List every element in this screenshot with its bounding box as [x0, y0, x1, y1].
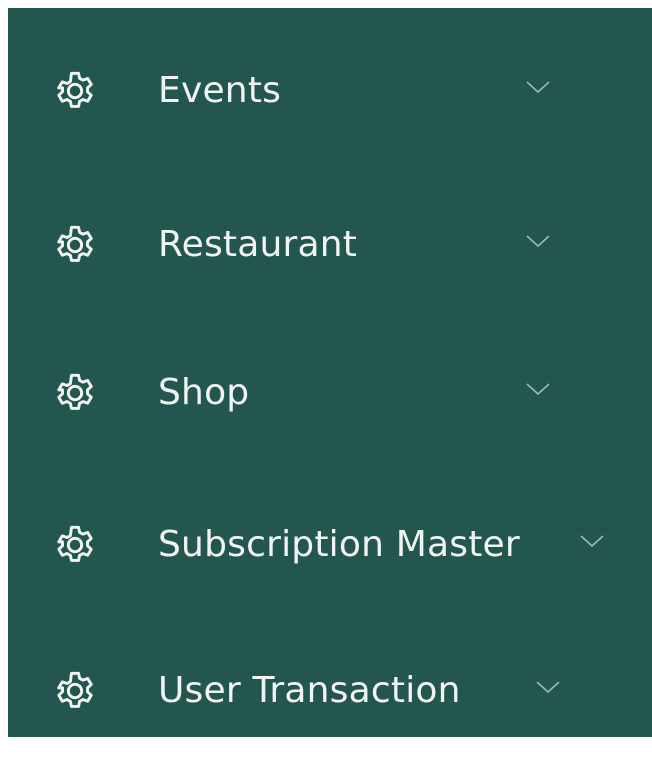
chevron-down-icon[interactable] [524, 232, 552, 250]
chevron-down-icon[interactable] [534, 678, 562, 696]
sidebar-item-label: Restaurant [158, 224, 358, 265]
sidebar-item-restaurant[interactable]: Restaurant [8, 192, 652, 292]
sidebar-item-events[interactable]: Events [8, 38, 652, 138]
sidebar-item-label: User Transaction [158, 670, 461, 711]
sidebar-item-shop[interactable]: Shop [8, 340, 652, 440]
gear-icon [50, 666, 100, 716]
chevron-down-icon[interactable] [578, 532, 606, 550]
sidebar-item-user-transaction[interactable]: User Transaction [8, 638, 652, 738]
gear-icon [50, 66, 100, 116]
sidebar-item-label: Subscription Master [158, 524, 520, 565]
sidebar-item-label: Shop [158, 372, 250, 413]
chevron-down-icon[interactable] [524, 78, 552, 96]
sidebar-item-label: Events [158, 70, 282, 111]
sidebar-item-subscription-master[interactable]: Subscription Master [8, 492, 652, 592]
chevron-down-icon[interactable] [524, 380, 552, 398]
gear-icon [50, 520, 100, 570]
sidebar-menu: Events Restaurant Shop Subscription Mast… [8, 8, 652, 737]
gear-icon [50, 220, 100, 270]
gear-icon [50, 368, 100, 418]
